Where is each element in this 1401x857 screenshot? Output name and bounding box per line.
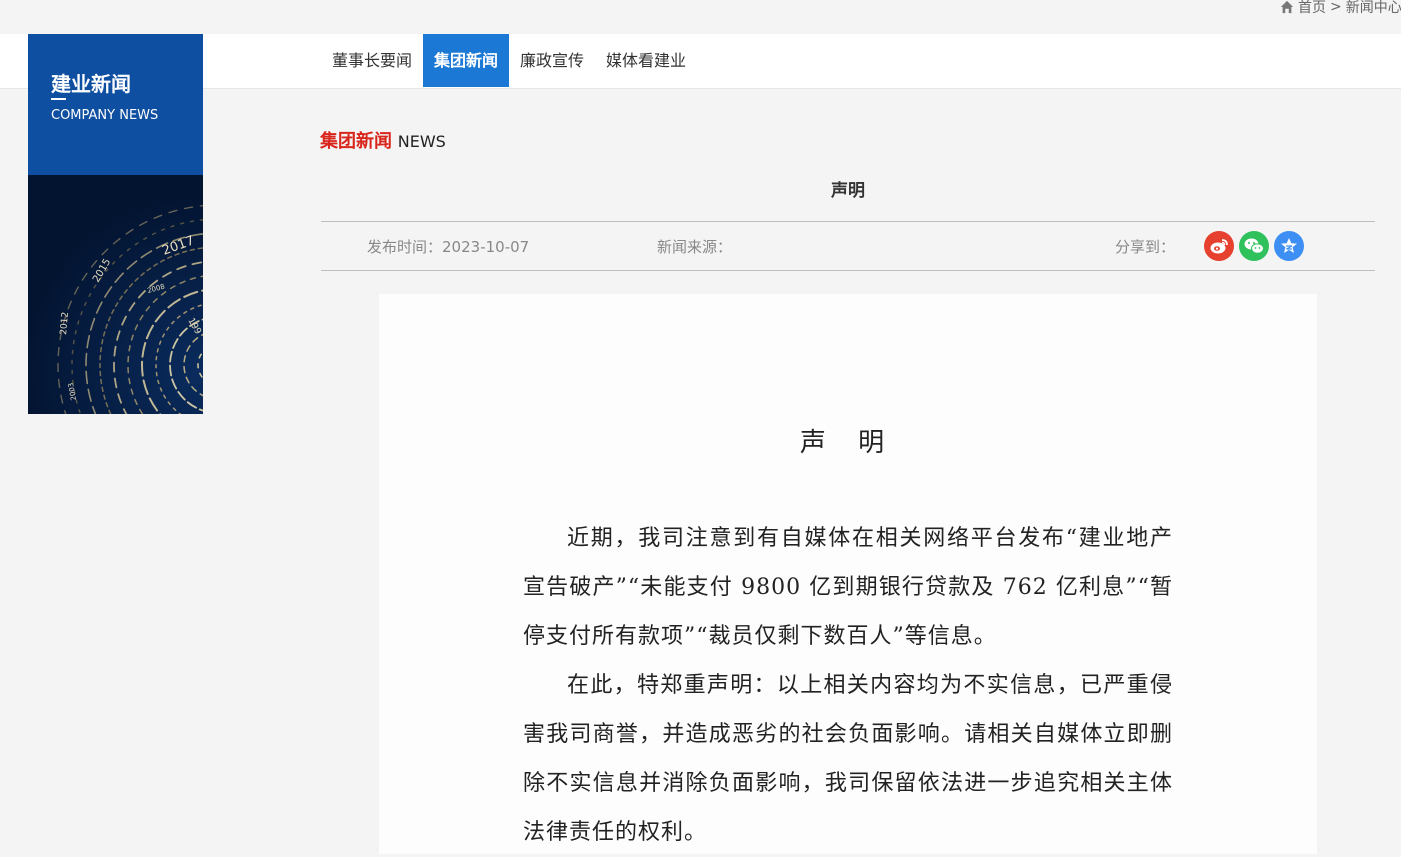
statement-body: 近期，我司注意到有自媒体在相关网络平台发布“建业地产宣告破产”“未能支付 980… bbox=[523, 514, 1173, 857]
home-icon bbox=[1280, 0, 1294, 14]
article-title: 声明 bbox=[831, 181, 865, 201]
publish-date-label: 发布时间： bbox=[367, 238, 443, 256]
weibo-icon bbox=[1210, 239, 1228, 254]
qzone-icon bbox=[1281, 238, 1297, 253]
statement-paragraph-2: 在此，特郑重声明：以上相关内容均为不实信息，已严重侵害我司商誉，并造成恶劣的社会… bbox=[523, 673, 1173, 845]
sidebar-banner-image: 2017 2015 2012 2008 199 2003 bbox=[28, 175, 203, 414]
statement-document-image: 声 明 近期，我司注意到有自媒体在相关网络平台发布“建业地产宣告破产”“未能支付… bbox=[379, 294, 1317, 854]
sidebar-subtitle: COMPANY NEWS bbox=[51, 108, 159, 123]
breadcrumb: 首页 > 新闻中心 bbox=[1280, 0, 1401, 17]
wechat-icon bbox=[1244, 238, 1264, 254]
tab-group-news[interactable]: 集团新闻 bbox=[423, 34, 510, 87]
section-title-en: NEWS bbox=[397, 132, 446, 151]
sidebar: 建业新闻 COMPANY NEWS 2017 2015 2012 2008 19… bbox=[28, 34, 203, 414]
share-weibo-button[interactable] bbox=[1204, 231, 1234, 261]
section-title-cn: 集团新闻 bbox=[320, 131, 392, 152]
breadcrumb-home[interactable]: 首页 bbox=[1298, 0, 1326, 17]
share-label: 分享到： bbox=[1115, 238, 1176, 256]
tab-media-coverage[interactable]: 媒体看建业 bbox=[595, 34, 697, 87]
publish-date-value: 2023-10-07 bbox=[442, 238, 530, 256]
sidebar-header: 建业新闻 COMPANY NEWS bbox=[28, 34, 203, 175]
nav-band bbox=[0, 34, 1401, 89]
breadcrumb-current[interactable]: 新闻中心 bbox=[1346, 0, 1401, 17]
news-source: 新闻来源： bbox=[657, 238, 733, 256]
tab-chairman-news[interactable]: 董事长要闻 bbox=[321, 34, 423, 87]
statement-title: 声 明 bbox=[799, 428, 897, 458]
sidebar-divider bbox=[51, 98, 66, 100]
article-meta: 发布时间：2023-10-07 新闻来源： 分享到： bbox=[321, 221, 1375, 271]
time-spiral-graphic: 2017 2015 2012 2008 199 2003 bbox=[28, 175, 203, 414]
section-heading: 集团新闻 NEWS bbox=[320, 127, 446, 153]
tab-integrity[interactable]: 廉政宣传 bbox=[509, 34, 595, 87]
share-wechat-button[interactable] bbox=[1239, 231, 1269, 261]
statement-paragraph-1: 近期，我司注意到有自媒体在相关网络平台发布“建业地产宣告破产”“未能支付 980… bbox=[523, 526, 1173, 649]
breadcrumb-separator: > bbox=[1330, 0, 1342, 15]
year-label-2012: 2012 bbox=[59, 312, 71, 336]
sidebar-title: 建业新闻 bbox=[51, 72, 131, 96]
publish-date: 发布时间：2023-10-07 bbox=[367, 236, 529, 257]
news-tabs: 董事长要闻 集团新闻 廉政宣传 媒体看建业 bbox=[321, 34, 697, 87]
share-qzone-button[interactable] bbox=[1274, 231, 1304, 261]
